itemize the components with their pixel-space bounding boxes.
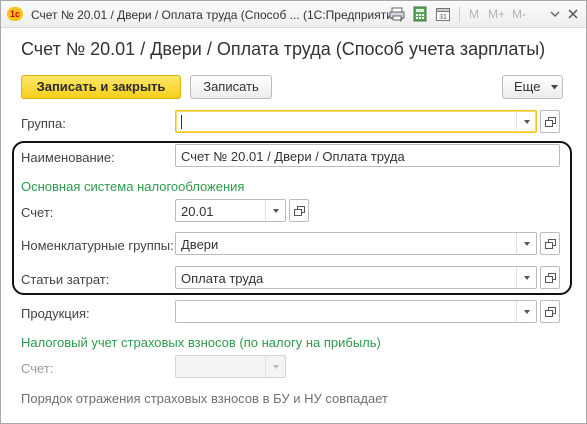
memory-button[interactable]: M [469,7,479,21]
more-button[interactable]: Еще [502,75,563,99]
cost-items-dropdown-button[interactable] [516,267,536,288]
products-label: Продукция: [21,306,90,321]
open-icon-front [545,276,553,283]
account-dropdown-button[interactable] [265,200,285,221]
close-icon[interactable] [565,6,581,22]
nomenclature-dropdown-button[interactable] [516,233,536,254]
account-open-button[interactable] [289,199,309,222]
nomenclature-label: Номенклатурные группы: [21,238,174,253]
title-bar: 1c Счет № 20.01 / Двери / Оплата труда (… [1,1,586,28]
tax-account-label: Счет: [21,361,54,376]
name-value: Счет № 20.01 / Двери / Оплата труда [181,149,405,164]
memory-plus-button[interactable]: M+ [488,7,505,21]
main-tax-section-title: Основная система налогообложения [21,179,245,194]
open-icon-front [545,242,553,249]
cost-items-open-button[interactable] [540,266,560,289]
nomenclature-input[interactable]: Двери [175,232,537,255]
calculator-icon[interactable] [412,6,428,22]
tax-account-input[interactable] [175,355,286,378]
group-label: Группа: [21,116,66,131]
cost-items-value: Оплата труда [181,271,264,286]
save-button[interactable]: Записать [190,75,272,99]
open-icon-front [545,310,553,317]
group-input[interactable] [175,110,537,133]
print-icon[interactable] [389,6,405,22]
group-open-button[interactable] [540,110,560,133]
open-icon-front [545,120,553,127]
text-cursor [181,115,182,129]
save-and-close-button[interactable]: Записать и закрыть [21,75,181,99]
menu-icon[interactable] [547,6,563,22]
name-label: Наименование: [21,150,115,165]
account-value: 20.01 [181,204,214,219]
chevron-down-icon [551,85,558,90]
1c-logo-icon[interactable]: 1c [7,7,23,21]
toolbar-separator [459,7,460,22]
insurance-note: Порядок отражения страховых взносов в БУ… [21,391,388,406]
name-input[interactable]: Счет № 20.01 / Двери / Оплата труда [175,144,560,167]
group-dropdown-button[interactable] [516,111,536,132]
products-open-button[interactable] [540,300,560,323]
tax-insurance-section-title: Налоговый учет страховых взносов (по нал… [21,335,381,350]
tax-account-dropdown-button[interactable] [265,356,285,377]
calendar-icon[interactable]: 31 [435,6,451,22]
products-input[interactable] [175,300,537,323]
cost-items-label: Статьи затрат: [21,272,110,287]
nomenclature-open-button[interactable] [540,232,560,255]
account-input[interactable]: 20.01 [175,199,286,222]
memory-minus-button[interactable]: M- [512,7,526,21]
window-title: Счет № 20.01 / Двери / Оплата труда (Спо… [31,8,404,22]
svg-text:31: 31 [439,14,447,21]
cost-items-input[interactable]: Оплата труда [175,266,537,289]
open-icon-front [294,209,302,216]
form-title: Счет № 20.01 / Двери / Оплата труда (Спо… [21,39,546,59]
more-label: Еще [514,79,541,94]
form-window: 1c Счет № 20.01 / Двери / Оплата труда (… [0,0,587,424]
account-label: Счет: [21,205,54,220]
nomenclature-value: Двери [181,237,219,252]
products-dropdown-button[interactable] [516,301,536,322]
